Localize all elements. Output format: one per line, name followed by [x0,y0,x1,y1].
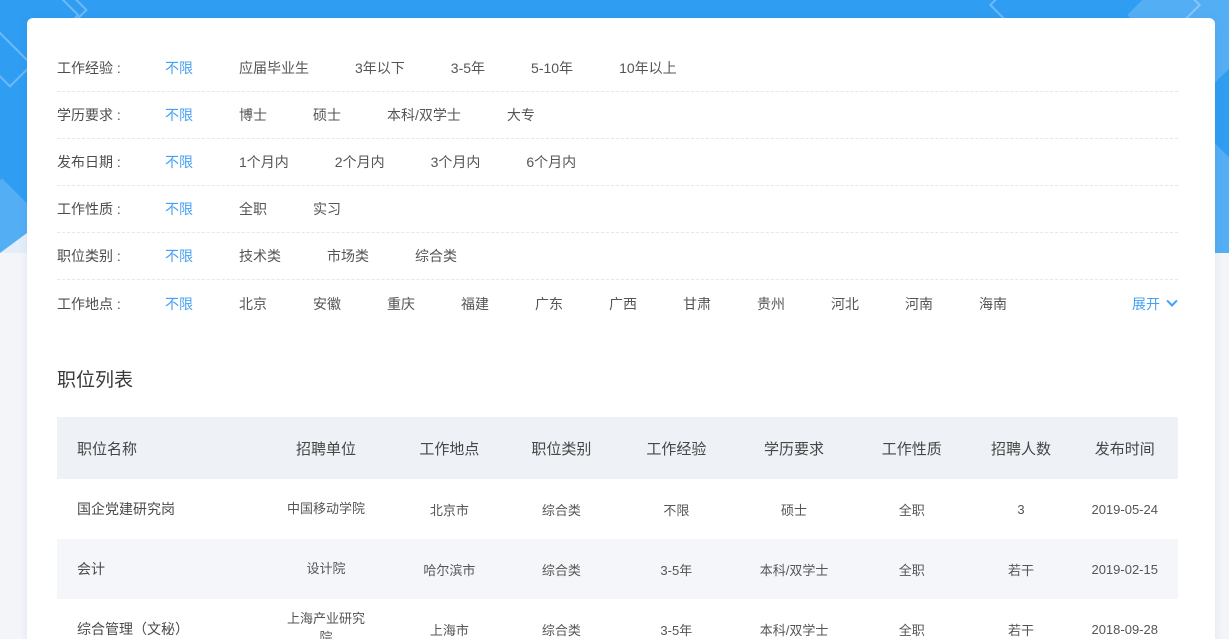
filter-row: 学历要求 :不限 博士 硕士 本科/双学士 大专 [57,92,1178,139]
filter-option[interactable]: 广西 [609,294,637,314]
filter-option[interactable]: 10年以上 [619,58,677,78]
filter-option[interactable]: 不限 [165,105,193,125]
job-cell: 2018-09-28 [1071,599,1178,639]
filter-option[interactable]: 综合类 [415,246,457,266]
job-table-header-cell: 学历要求 [735,417,853,479]
filter-label: 工作性质 : [57,199,165,219]
table-row[interactable]: 国企党建研究岗 中国移动学院 北京市综合类不限硕士全职32019-05-24 [57,479,1178,539]
expand-button[interactable]: 展开 [1132,294,1176,314]
job-table-header-cell: 招聘人数 [971,417,1072,479]
job-cell: 上海产业研究院 [259,599,394,639]
job-cell: 全职 [853,539,971,599]
job-cell: 若干 [971,539,1072,599]
filter-option[interactable]: 不限 [165,199,193,219]
job-table-header-row: 职位名称招聘单位工作地点职位类别工作经验学历要求工作性质招聘人数发布时间 [57,417,1178,479]
filter-option[interactable]: 福建 [461,294,489,314]
job-list-title: 职位列表 [57,365,1178,392]
job-cell: 3 [971,479,1072,539]
filter-option[interactable]: 博士 [239,105,267,125]
filter-option[interactable]: 市场类 [327,246,369,266]
job-table-header-cell: 工作经验 [617,417,735,479]
job-cell: 哈尔滨市 [393,539,505,599]
content-card: 工作经验 :不限应届毕业生3年以下3-5年5-10年10年以上学历要求 :不限博… [27,18,1215,639]
job-cell: 综合类 [505,539,617,599]
filter-option[interactable]: 河南 [905,294,933,314]
job-title-cell[interactable]: 综合管理（文秘） [57,599,259,639]
job-cell: 全职 [853,599,971,639]
filter-option[interactable]: 本科/双学士 [387,105,461,125]
filter-label: 工作地点 : [57,294,165,314]
filter-option[interactable]: 1个月内 [239,152,289,172]
filter-option[interactable]: 实习 [313,199,341,219]
job-cell: 中国移动学院 [259,479,394,539]
filter-row: 发布日期 :不限 1个月内 2个月内 3个月内 6个月内 [57,139,1178,186]
job-table-header-cell: 发布时间 [1071,417,1178,479]
job-cell: 本科/双学士 [735,599,853,639]
job-cell: 3-5年 [617,539,735,599]
filter-option[interactable]: 广东 [535,294,563,314]
company-name: 设计院 [307,560,346,579]
filter-row: 工作性质 :不限 全职 实习 [57,186,1178,233]
filter-option[interactable]: 全职 [239,199,267,219]
job-cell: 上海市 [393,599,505,639]
job-title-cell[interactable]: 会计 [57,539,259,599]
company-name: 中国移动学院 [287,500,365,519]
filter-option[interactable]: 贵州 [757,294,785,314]
filter-option[interactable]: 3年以下 [355,58,405,78]
filter-label: 职位类别 : [57,246,165,266]
filter-option[interactable]: 北京 [239,294,267,314]
job-table-header-cell: 职位名称 [57,417,259,479]
job-table-header-cell: 工作性质 [853,417,971,479]
job-cell: 北京市 [393,479,505,539]
job-cell: 全职 [853,479,971,539]
filter-option[interactable]: 技术类 [239,246,281,266]
job-cell: 2019-02-15 [1071,539,1178,599]
filter-option[interactable]: 3-5年 [451,58,485,78]
job-cell: 综合类 [505,599,617,639]
job-table-header-cell: 工作地点 [393,417,505,479]
filter-option[interactable]: 硕士 [313,105,341,125]
filter-option[interactable]: 应届毕业生 [239,58,309,78]
expand-label: 展开 [1132,294,1160,314]
filter-label: 学历要求 : [57,105,165,125]
filter-label: 工作经验 : [57,58,165,78]
filter-option[interactable]: 5-10年 [531,58,573,78]
job-cell: 2019-05-24 [1071,479,1178,539]
job-cell: 硕士 [735,479,853,539]
table-row[interactable]: 会计 设计院 哈尔滨市综合类3-5年本科/双学士全职若干2019-02-15 [57,539,1178,599]
filter-option[interactable]: 大专 [507,105,535,125]
table-row[interactable]: 综合管理（文秘） 上海产业研究院上海市综合类3-5年本科/双学士全职若干2018-… [57,599,1178,639]
job-title-cell[interactable]: 国企党建研究岗 [57,479,259,539]
filter-option[interactable]: 不限 [165,58,193,78]
filter-option[interactable]: 重庆 [387,294,415,314]
job-cell: 综合类 [505,479,617,539]
job-cell: 若干 [971,599,1072,639]
filter-option[interactable]: 不限 [165,294,193,314]
page: 工作经验 :不限应届毕业生3年以下3-5年5-10年10年以上学历要求 :不限博… [0,0,1229,639]
filter-option[interactable]: 安徽 [313,294,341,314]
filter-option[interactable]: 不限 [165,152,193,172]
job-cell: 本科/双学士 [735,539,853,599]
job-table: 职位名称招聘单位工作地点职位类别工作经验学历要求工作性质招聘人数发布时间 国企党… [57,417,1178,639]
job-table-header-cell: 职位类别 [505,417,617,479]
filter-row: 工作经验 :不限 应届毕业生 3年以下 3-5年 5-10年 10年以上 [57,45,1178,92]
filter-label: 发布日期 : [57,152,165,172]
filter-option[interactable]: 6个月内 [526,152,576,172]
filter-option[interactable]: 河北 [831,294,859,314]
job-cell: 3-5年 [617,599,735,639]
job-cell: 不限 [617,479,735,539]
job-table-header-cell: 招聘单位 [259,417,394,479]
filter-option[interactable]: 2个月内 [335,152,385,172]
job-cell: 设计院 [259,539,394,599]
filter-option[interactable]: 不限 [165,246,193,266]
filter-option[interactable]: 3个月内 [431,152,481,172]
company-name: 上海产业研究院 [284,610,368,639]
filter-row: 工作地点 :不限 北京 安徽 重庆 福建 广东 广西 甘肃 贵州 河北 河南 海南 展开 [57,280,1178,327]
filter-row: 职位类别 :不限 技术类 市场类 综合类 [57,233,1178,280]
filter-option[interactable]: 甘肃 [683,294,711,314]
filter-panel: 工作经验 :不限应届毕业生3年以下3-5年5-10年10年以上学历要求 :不限博… [57,45,1178,327]
chevron-down-icon [1166,295,1177,306]
filter-option[interactable]: 海南 [979,294,1007,314]
